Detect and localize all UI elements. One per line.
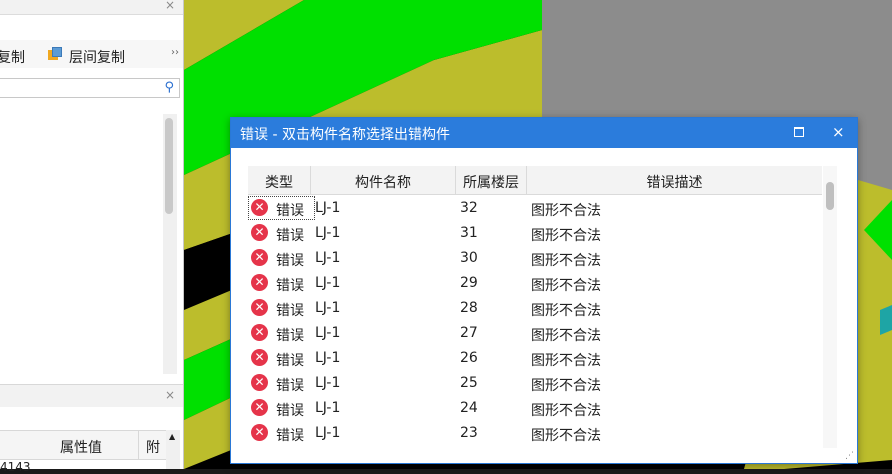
cell-name[interactable]: LJ-1 (315, 425, 340, 441)
layer-copy-icon (48, 47, 62, 61)
cell-type: 错误 (276, 428, 304, 444)
cell-name[interactable]: LJ-1 (315, 200, 340, 216)
table-row[interactable]: ✕ 错误 LJ-1 32 图形不合法 (248, 196, 822, 221)
dialog-title: 错误 - 双击构件名称选择出错构件 (240, 127, 450, 143)
cell-name[interactable]: LJ-1 (315, 350, 340, 366)
table-row[interactable]: ✕ 错误 LJ-1 28 图形不合法 (248, 296, 822, 321)
cell-type: 错误 (276, 278, 304, 294)
cell-desc: 图形不合法 (531, 228, 601, 244)
cell-floor: 32 (460, 200, 478, 216)
scrollbar-thumb[interactable] (826, 182, 834, 210)
table-row[interactable]: ✕ 错误 LJ-1 29 图形不合法 (248, 271, 822, 296)
scrollbar-thumb[interactable] (165, 118, 173, 214)
cell-floor: 27 (460, 325, 478, 341)
cell-type: 错误 (276, 303, 304, 319)
error-x-icon: ✕ (251, 399, 268, 416)
error-x-icon: ✕ (251, 224, 268, 241)
close-icon[interactable]: × (165, 0, 175, 12)
table-row[interactable]: ✕ 错误 LJ-1 23 图形不合法 (248, 421, 822, 446)
table-row[interactable]: ✕ 错误 LJ-1 25 图形不合法 (248, 371, 822, 396)
search-input[interactable]: ⚲ (0, 78, 180, 98)
cell-type: 错误 (276, 353, 304, 369)
column-divider (138, 431, 139, 459)
cell-desc: 图形不合法 (531, 253, 601, 269)
cell-type: 错误 (276, 228, 304, 244)
cell-name[interactable]: LJ-1 (315, 250, 340, 266)
copy-button[interactable]: 复制 (0, 47, 25, 67)
cell-name[interactable]: LJ-1 (315, 325, 340, 341)
cell-desc: 图形不合法 (531, 278, 601, 294)
cell-floor: 28 (460, 300, 478, 316)
error-x-icon: ✕ (251, 274, 268, 291)
panel-scrollbar[interactable] (163, 114, 177, 374)
table-row[interactable]: ✕ 错误 LJ-1 27 图形不合法 (248, 321, 822, 346)
cell-desc: 图形不合法 (531, 428, 601, 444)
panel-titlebar: × (0, 0, 183, 15)
error-x-icon: ✕ (251, 324, 268, 341)
error-x-icon: ✕ (251, 424, 268, 441)
properties-header: 属性值 附 (0, 430, 166, 460)
column-header-name[interactable]: 构件名称 (311, 172, 455, 192)
error-x-icon: ✕ (251, 349, 268, 366)
cell-floor: 30 (460, 250, 478, 266)
table-row[interactable]: ✕ 错误 LJ-1 31 图形不合法 (248, 221, 822, 246)
cell-desc: 图形不合法 (531, 203, 601, 219)
scroll-up-icon[interactable]: ▲ (169, 432, 175, 441)
panel-toolbar: 复制 层间复制 ›› (0, 40, 183, 68)
cell-floor: 23 (460, 425, 478, 441)
left-dock-panel: × 复制 层间复制 ›› ⚲ × 属性值 附 4143 ▲ (0, 0, 184, 474)
table-row[interactable]: ✕ 错误 LJ-1 24 图形不合法 (248, 396, 822, 421)
cell-floor: 29 (460, 275, 478, 291)
error-x-icon: ✕ (251, 249, 268, 266)
properties-titlebar: × (0, 384, 183, 407)
dialog-titlebar[interactable]: 错误 - 双击构件名称选择出错构件 × (231, 118, 857, 148)
cell-type: 错误 (276, 253, 304, 269)
cell-desc: 图形不合法 (531, 403, 601, 419)
toolbar-overflow-button[interactable]: ›› (171, 47, 179, 58)
resize-grip-icon[interactable]: ⋰ (845, 451, 854, 461)
cell-type: 错误 (276, 328, 304, 344)
error-dialog: 错误 - 双击构件名称选择出错构件 × 类型 构件名称 所属楼层 错误描述 ✕ … (230, 117, 858, 464)
maximize-icon[interactable] (794, 127, 804, 137)
properties-scrollbar[interactable]: ▲ (166, 430, 180, 469)
search-icon[interactable]: ⚲ (164, 80, 174, 95)
column-header-desc[interactable]: 错误描述 (527, 172, 822, 192)
table-row[interactable]: ✕ 错误 LJ-1 30 图形不合法 (248, 246, 822, 271)
cell-name[interactable]: LJ-1 (315, 375, 340, 391)
cell-floor: 31 (460, 225, 478, 241)
close-icon[interactable]: × (165, 388, 175, 402)
cell-type: 错误 (276, 403, 304, 419)
layer-copy-button[interactable]: 层间复制 (69, 47, 125, 67)
cell-floor: 26 (460, 350, 478, 366)
column-header-attach: 附 (146, 440, 160, 456)
cell-desc: 图形不合法 (531, 328, 601, 344)
cell-name[interactable]: LJ-1 (315, 225, 340, 241)
cell-desc: 图形不合法 (531, 303, 601, 319)
cell-floor: 25 (460, 375, 478, 391)
cell-type: 错误 (276, 203, 304, 219)
cell-name[interactable]: LJ-1 (315, 400, 340, 416)
table-row[interactable]: ✕ 错误 LJ-1 26 图形不合法 (248, 346, 822, 371)
column-header-floor[interactable]: 所属楼层 (456, 172, 526, 192)
cell-type: 错误 (276, 378, 304, 394)
table-header: 类型 构件名称 所属楼层 错误描述 (248, 166, 822, 195)
cell-desc: 图形不合法 (531, 353, 601, 369)
error-x-icon: ✕ (251, 299, 268, 316)
cell-name[interactable]: LJ-1 (315, 300, 340, 316)
error-x-icon: ✕ (251, 199, 268, 216)
cell-desc: 图形不合法 (531, 378, 601, 394)
column-header-type[interactable]: 类型 (248, 172, 310, 192)
column-header-value: 属性值 (60, 440, 102, 456)
error-x-icon: ✕ (251, 374, 268, 391)
close-icon[interactable]: × (832, 123, 845, 141)
property-value[interactable]: 4143 (0, 460, 31, 474)
cell-floor: 24 (460, 400, 478, 416)
error-table: 类型 构件名称 所属楼层 错误描述 ✕ 错误 LJ-1 32 图形不合法 ✕ 错… (248, 166, 837, 448)
cell-name[interactable]: LJ-1 (315, 275, 340, 291)
table-scrollbar[interactable] (823, 166, 837, 448)
